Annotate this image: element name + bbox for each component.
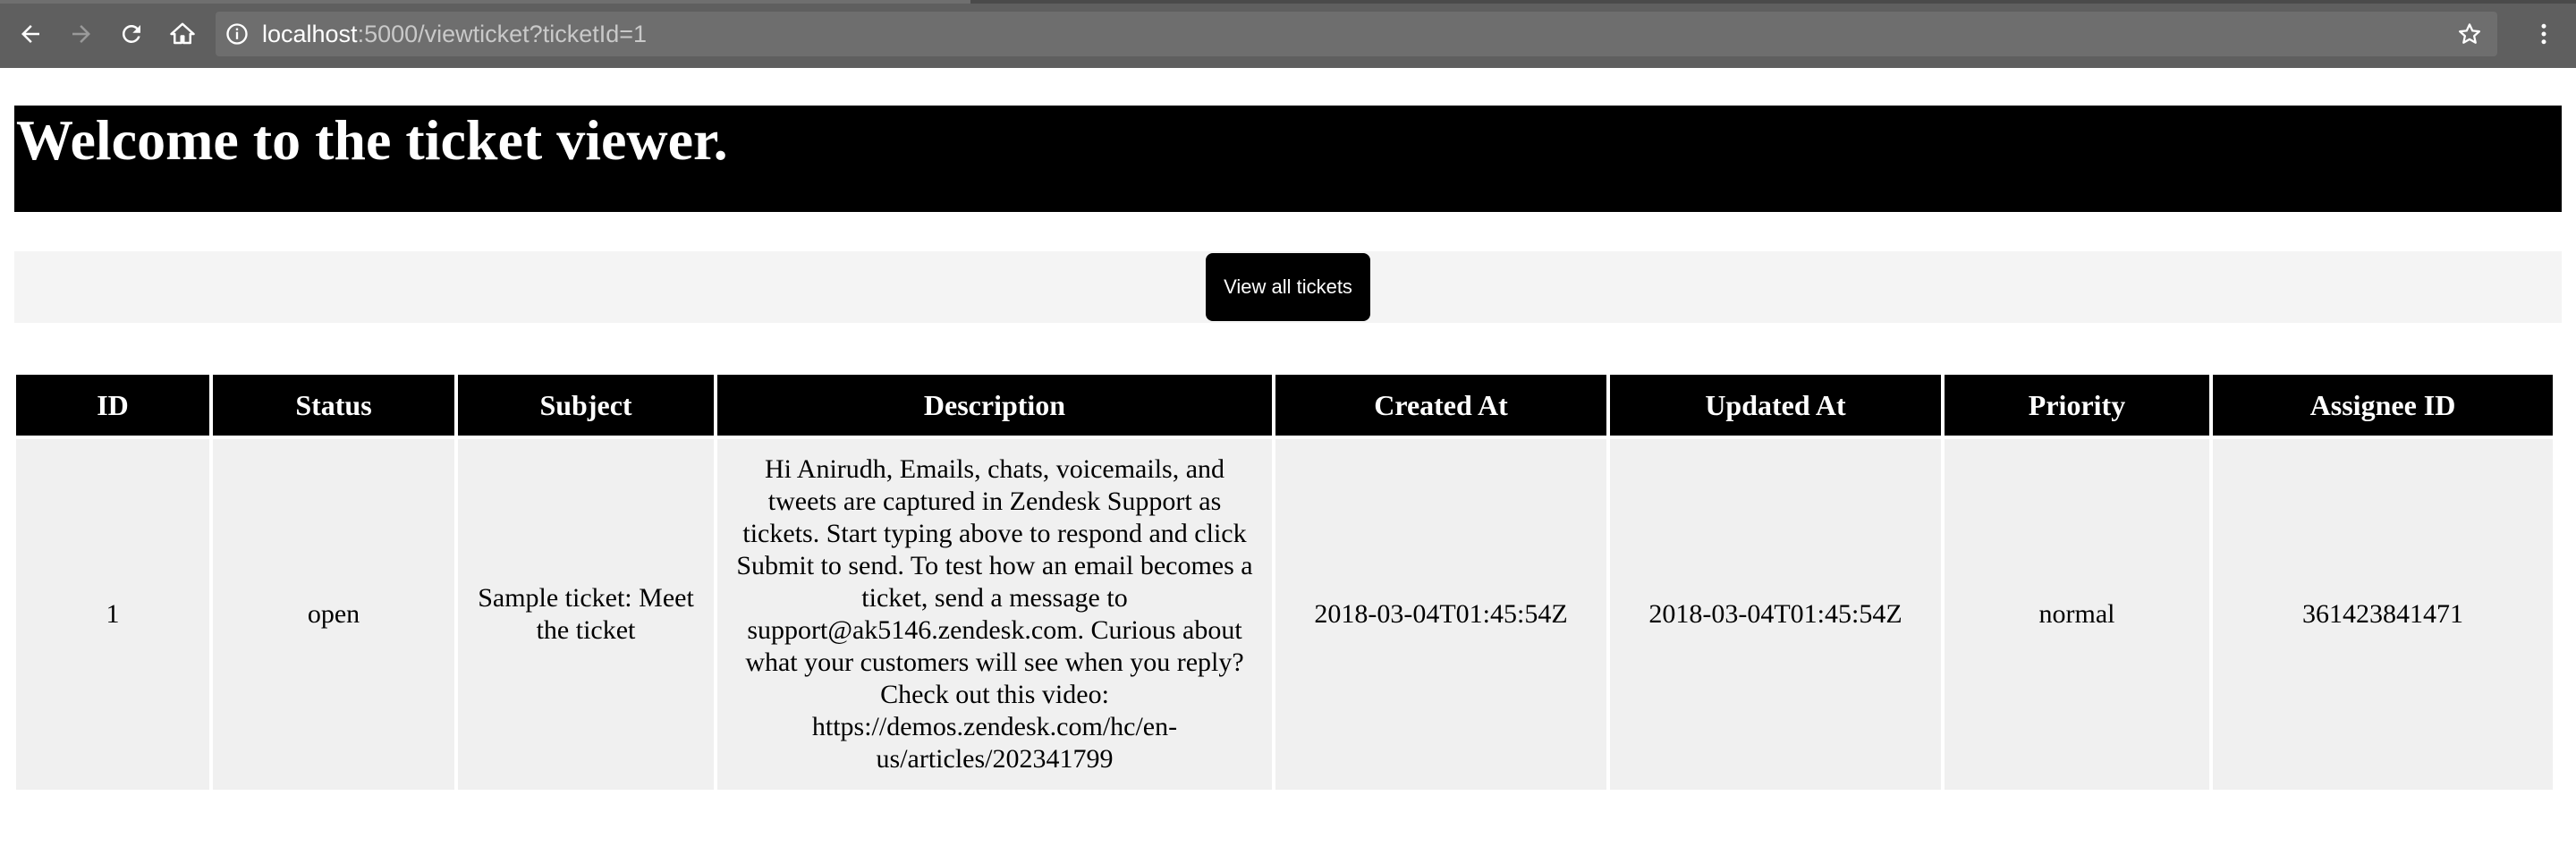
cell-subject: Sample ticket: Meet the ticket bbox=[458, 439, 714, 790]
page-header: Welcome to the ticket viewer. bbox=[14, 106, 2562, 212]
cell-updated-at: 2018-03-04T01:45:54Z bbox=[1610, 439, 1941, 790]
reload-icon[interactable] bbox=[114, 16, 149, 52]
header-subject: Subject bbox=[458, 375, 714, 436]
table-row: 1 open Sample ticket: Meet the ticket Hi… bbox=[16, 439, 2553, 790]
info-icon[interactable] bbox=[225, 21, 250, 47]
cell-id: 1 bbox=[16, 439, 209, 790]
active-tab-edge[interactable] bbox=[0, 0, 970, 4]
cell-status: open bbox=[213, 439, 454, 790]
tab-strip bbox=[0, 0, 2576, 4]
kebab-menu-icon[interactable] bbox=[2526, 16, 2562, 52]
header-created-at: Created At bbox=[1275, 375, 1606, 436]
header-priority: Priority bbox=[1945, 375, 2209, 436]
cell-assignee-id: 361423841471 bbox=[2213, 439, 2553, 790]
action-bar: View all tickets bbox=[14, 251, 2562, 323]
url-path: :5000/viewticket?ticketId=1 bbox=[357, 21, 648, 47]
cell-created-at: 2018-03-04T01:45:54Z bbox=[1275, 439, 1606, 790]
table-header-row: ID Status Subject Description Created At… bbox=[16, 375, 2553, 436]
address-bar[interactable]: localhost:5000/viewticket?ticketId=1 bbox=[216, 12, 2497, 56]
header-description: Description bbox=[717, 375, 1272, 436]
forward-arrow-icon[interactable] bbox=[64, 16, 99, 52]
page-title: Welcome to the ticket viewer. bbox=[16, 108, 728, 172]
header-id: ID bbox=[16, 375, 209, 436]
browser-toolbar: localhost:5000/viewticket?ticketId=1 bbox=[0, 0, 2576, 68]
address-url[interactable]: localhost:5000/viewticket?ticketId=1 bbox=[262, 19, 647, 49]
ticket-table: ID Status Subject Description Created At… bbox=[13, 371, 2556, 793]
view-all-tickets-button[interactable]: View all tickets bbox=[1206, 253, 1370, 321]
header-status: Status bbox=[213, 375, 454, 436]
url-host: localhost bbox=[262, 21, 358, 47]
cell-description: Hi Anirudh, Emails, chats, voicemails, a… bbox=[717, 439, 1272, 790]
home-icon[interactable] bbox=[165, 16, 200, 52]
star-icon[interactable] bbox=[2456, 21, 2483, 47]
back-arrow-icon[interactable] bbox=[13, 16, 48, 52]
header-updated-at: Updated At bbox=[1610, 375, 1941, 436]
cell-priority: normal bbox=[1945, 439, 2209, 790]
header-assignee-id: Assignee ID bbox=[2213, 375, 2553, 436]
